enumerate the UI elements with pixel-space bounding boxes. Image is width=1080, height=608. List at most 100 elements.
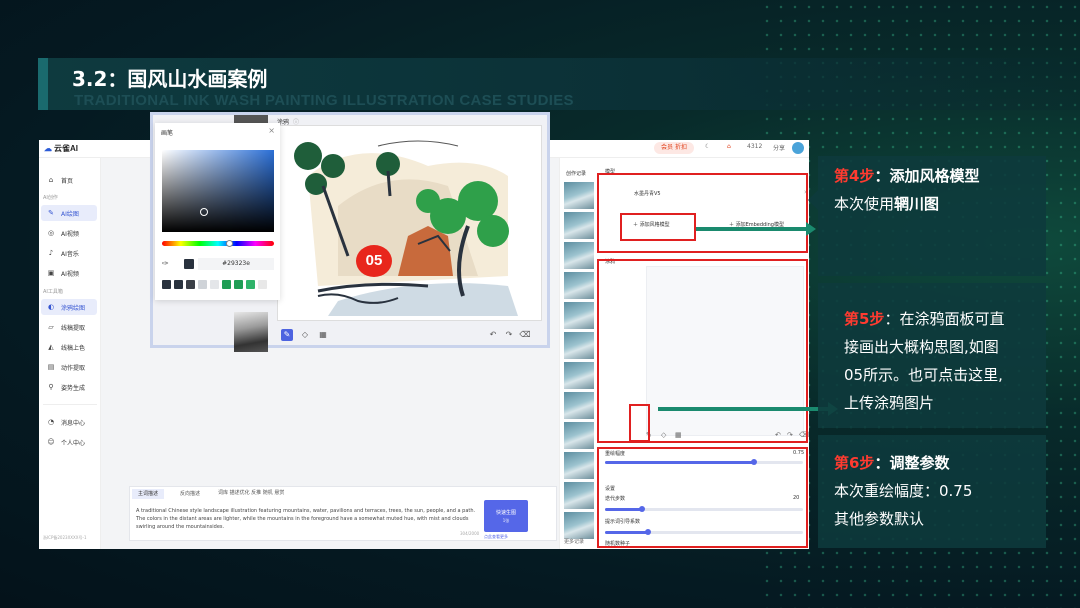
sidebar-item-lineart[interactable]: ▱ 线稿提取 xyxy=(41,319,97,335)
sidebar-item-ai-video-2[interactable]: ▣ AI视频 xyxy=(41,265,97,281)
color-swatch[interactable] xyxy=(186,280,195,289)
sidebar-item-motion[interactable]: ▤ 动作提取 xyxy=(41,359,97,375)
brush-panel: 画笔 × ✑ #29323e xyxy=(155,123,280,300)
callout-step4-notch xyxy=(808,190,818,210)
step6-line-2: 其他参数默认 xyxy=(834,510,925,528)
gift-icon[interactable]: ⌂ xyxy=(727,143,731,150)
arrow-step5 xyxy=(658,407,830,411)
callout-step4: 第4步：添加风格模型 本次使用辋川图 xyxy=(818,156,1046,276)
step5-number: 第5步 xyxy=(844,310,885,328)
step5-line-3: 05所示。也可点击这里, xyxy=(844,366,1003,384)
prompt-input[interactable]: A traditional Chinese style landscape il… xyxy=(136,507,481,531)
callout-step6: 第6步：调整参数 本次重绘幅度：0.75 其他参数默认 xyxy=(818,435,1046,548)
clear-icon[interactable]: ⌫ xyxy=(519,329,531,341)
sidebar-footer: 浙ICP备2023XXXX号-1 xyxy=(43,535,87,540)
history-thumb[interactable] xyxy=(564,512,594,539)
moon-icon[interactable]: ☾ xyxy=(705,143,710,150)
redo-icon[interactable]: ↷ xyxy=(503,329,515,341)
history-thumb[interactable] xyxy=(564,452,594,479)
hue-slider[interactable] xyxy=(162,240,274,247)
color-swatch[interactable] xyxy=(162,280,171,289)
film-icon: ◎ xyxy=(47,229,55,237)
color-swatch[interactable] xyxy=(234,280,243,289)
step4-body: 本次使用 xyxy=(834,195,895,213)
undo-icon[interactable]: ↶ xyxy=(487,329,499,341)
color-picker-field[interactable] xyxy=(162,150,274,232)
history-thumb[interactable] xyxy=(564,272,594,299)
history-thumb[interactable] xyxy=(564,392,594,419)
highlight-add-style-button xyxy=(620,213,696,241)
app-logo[interactable]: ☁ 云雀AI xyxy=(44,143,78,154)
history-panel: 创作记录 更多记录 xyxy=(559,158,599,549)
sidebar-item-ai-video[interactable]: ◎ AI视频 xyxy=(41,225,97,241)
sidebar: ⌂ 首页 AI创作 ✎ AI绘图 ◎ AI视频 ♪ AI音乐 ▣ AI视频 AI工具箱 ◐… xyxy=(39,158,101,549)
history-thumb[interactable] xyxy=(564,212,594,239)
history-thumb[interactable] xyxy=(564,362,594,389)
color-swatch[interactable] xyxy=(174,280,183,289)
video-icon: ▣ xyxy=(47,269,55,277)
motion-icon: ▤ xyxy=(47,363,55,371)
sidebar-item-ai-music[interactable]: ♪ AI音乐 xyxy=(41,245,97,261)
color-swatch[interactable] xyxy=(198,280,207,289)
prompt-box: 主词描述 反向描述 词库 描述优化 反推 随机 悬赏 A traditional… xyxy=(129,486,557,541)
pen-icon[interactable]: ✎ xyxy=(281,329,293,341)
highlight-params-area xyxy=(597,447,808,548)
title-accent-bar xyxy=(38,58,48,110)
eraser-icon[interactable]: ◇ xyxy=(299,329,311,341)
sidebar-item-profile[interactable]: ☺ 个人中心 xyxy=(41,434,97,450)
highlight-upload-button xyxy=(629,404,650,442)
eyedropper-icon[interactable]: ✑ xyxy=(162,259,169,268)
history-thumb[interactable] xyxy=(564,182,594,209)
sidebar-item-colorize[interactable]: ◭ 线稿上色 xyxy=(41,339,97,355)
hex-input[interactable]: #29323e xyxy=(198,258,274,270)
brush-panel-title: 画笔 xyxy=(161,130,174,137)
doodle-toolbar: ✎ ◇ ▦ ↶ ↷ ⌫ xyxy=(277,325,542,345)
history-label: 创作记录 xyxy=(566,171,587,177)
bell-icon: ◔ xyxy=(47,418,55,426)
history-thumb[interactable] xyxy=(564,482,594,509)
sidebar-item-messages[interactable]: ◔ 消息中心 xyxy=(41,414,97,430)
prompt-char-count: 304/2000 xyxy=(460,531,480,536)
share-button[interactable]: 分享 xyxy=(773,143,785,152)
tab-negative-prompt[interactable]: 反向描述 xyxy=(174,489,206,499)
sidebar-item-ai-draw[interactable]: ✎ AI绘图 xyxy=(41,205,97,221)
color-swatch[interactable] xyxy=(210,280,219,289)
sidebar-item-home[interactable]: ⌂ 首页 xyxy=(41,172,97,188)
doodle-canvas[interactable] xyxy=(277,125,542,321)
history-thumb[interactable] xyxy=(564,302,594,329)
avatar[interactable] xyxy=(792,142,804,154)
prompt-toolbar[interactable]: 词库 描述优化 反推 随机 悬赏 xyxy=(218,489,284,496)
user-icon: ☺ xyxy=(47,438,55,446)
color-swatch[interactable] xyxy=(222,280,231,289)
step6-number: 第6步 xyxy=(834,454,875,472)
hue-slider-knob[interactable] xyxy=(226,240,233,247)
pose-icon: ⚲ xyxy=(48,383,54,391)
image-icon[interactable]: ▦ xyxy=(317,329,329,341)
music-icon: ♪ xyxy=(48,249,54,257)
sidebar-item-doodle[interactable]: ◐ 涂鸦绘图 xyxy=(41,299,97,315)
sidebar-item-pose[interactable]: ⚲ 姿势生成 xyxy=(41,379,97,395)
color-swatch[interactable] xyxy=(246,280,255,289)
generate-more-link[interactable]: 点此查看更多 xyxy=(484,534,508,540)
history-thumb[interactable] xyxy=(564,422,594,449)
sidebar-section-ai: AI创作 xyxy=(43,195,58,201)
sidebar-section-tools: AI工具箱 xyxy=(43,289,63,295)
points-count[interactable]: 4312 xyxy=(747,143,762,150)
tab-primary-prompt[interactable]: 主词描述 xyxy=(132,489,165,499)
color-picker-cursor[interactable] xyxy=(200,208,208,216)
arrow-step4-head xyxy=(806,222,816,236)
history-thumb[interactable] xyxy=(564,332,594,359)
color-swatches xyxy=(162,280,267,289)
cloud-icon: ☁ xyxy=(44,144,52,153)
member-badge[interactable]: 会员 折扣 xyxy=(654,142,694,154)
color-swatch[interactable] xyxy=(258,280,267,289)
generate-button[interactable]: 快速生图 1张 xyxy=(484,500,528,532)
home-icon: ⌂ xyxy=(48,176,54,184)
close-icon[interactable]: × xyxy=(268,126,275,135)
reference-thumb[interactable] xyxy=(234,312,268,352)
lineart-icon: ▱ xyxy=(48,323,54,331)
step6-title: ：调整参数 xyxy=(874,454,950,472)
history-more-link[interactable]: 更多记录 xyxy=(564,538,584,545)
doodle-icon: ◐ xyxy=(47,303,55,311)
history-thumb[interactable] xyxy=(564,242,594,269)
